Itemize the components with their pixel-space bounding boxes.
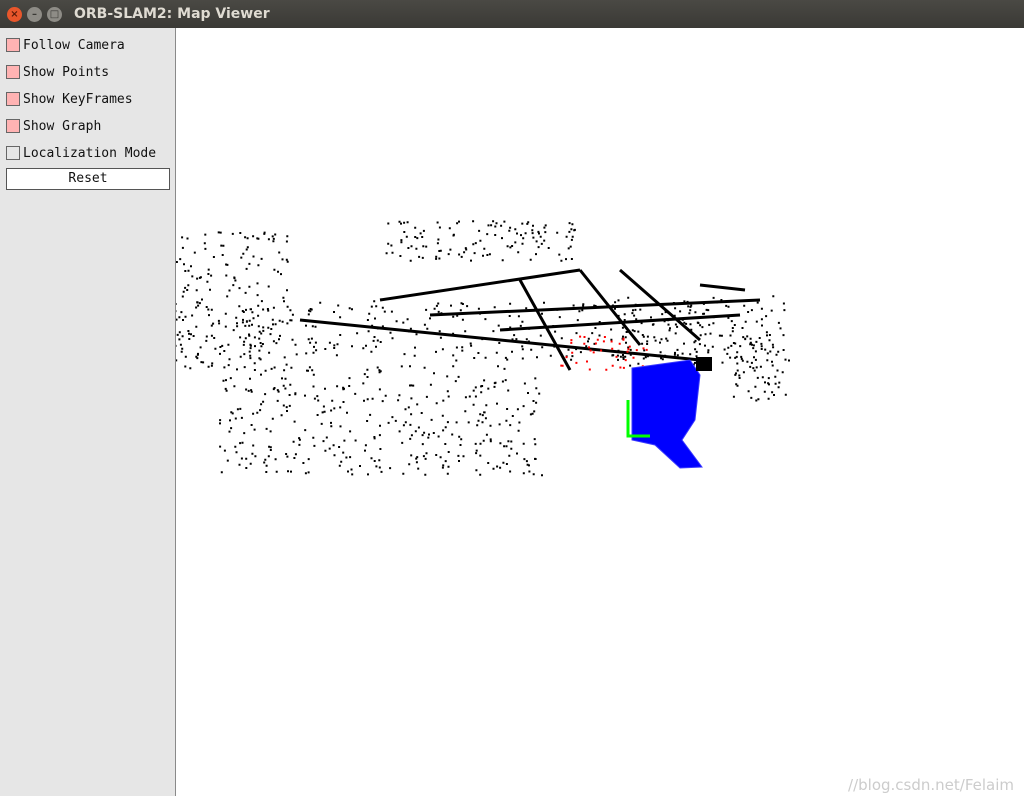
checkbox-icon xyxy=(6,146,20,160)
localization-mode-checkbox[interactable]: Localization Mode xyxy=(6,144,156,162)
title-bar: × – □ ORB-SLAM2: Map Viewer xyxy=(0,0,1024,28)
checkbox-icon xyxy=(6,38,20,52)
current-camera xyxy=(696,357,712,371)
show-points-checkbox[interactable]: Show Points xyxy=(6,63,109,81)
structure-line xyxy=(299,318,701,362)
checkbox-icon xyxy=(6,119,20,133)
map-viewer-canvas[interactable]: //blog.csdn.net/Felaim xyxy=(0,28,1024,796)
structure-line xyxy=(429,298,761,317)
reset-button[interactable]: Reset xyxy=(6,168,170,190)
minimize-button[interactable]: – xyxy=(27,6,42,22)
window-title: ORB-SLAM2: Map Viewer xyxy=(74,6,270,22)
checkbox-label: Localization Mode xyxy=(23,145,157,161)
checkbox-label: Show Graph xyxy=(23,118,102,134)
structure-line xyxy=(379,268,581,302)
keyframes xyxy=(631,359,703,469)
checkbox-icon xyxy=(6,65,20,79)
follow-camera-checkbox[interactable]: Follow Camera xyxy=(6,36,125,54)
control-panel: Follow Camera Show Points Show KeyFrames… xyxy=(0,28,176,796)
watermark: //blog.csdn.net/Felaim xyxy=(848,776,1014,794)
point-cloud xyxy=(0,220,790,477)
checkbox-label: Show Points xyxy=(23,64,110,80)
checkbox-label: Follow Camera xyxy=(23,37,125,53)
maximize-button[interactable]: □ xyxy=(47,6,62,22)
show-graph-checkbox[interactable]: Show Graph xyxy=(6,117,101,135)
map-points xyxy=(0,220,790,477)
close-button[interactable]: × xyxy=(7,6,22,22)
structure-line xyxy=(499,313,741,332)
show-keyframes-checkbox[interactable]: Show KeyFrames xyxy=(6,90,133,108)
checkbox-icon xyxy=(6,92,20,106)
checkbox-label: Show KeyFrames xyxy=(23,91,133,107)
structure-line xyxy=(699,283,746,292)
